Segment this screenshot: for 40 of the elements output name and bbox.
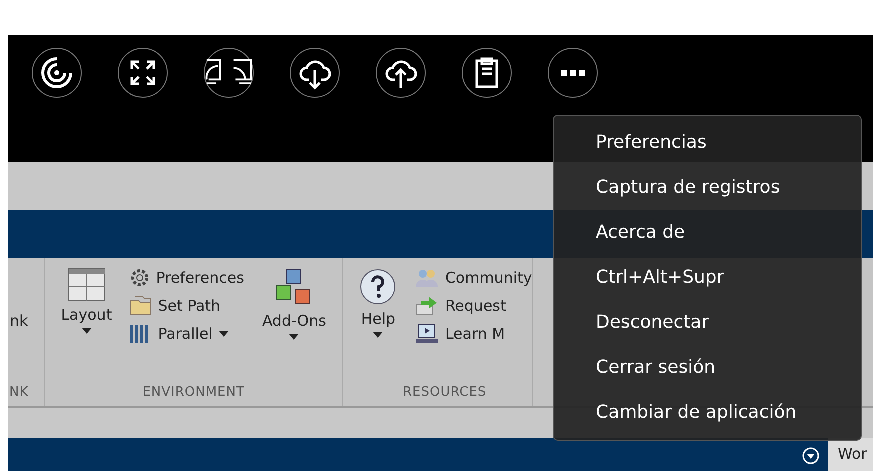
ribbon-item[interactable]: Parallel [130,324,244,344]
ribbon-button[interactable]: Layout [59,268,114,385]
layout-icon [68,268,106,302]
toolbar-button[interactable] [32,48,82,98]
gear-icon [130,268,150,288]
toolbar-button[interactable] [118,48,168,98]
toolbar-button[interactable] [548,48,598,98]
menu-item[interactable]: Cerrar sesión [554,345,861,390]
toolbar-button[interactable] [204,48,254,98]
ribbon-item[interactable]: Learn M [415,324,532,344]
menu-item[interactable]: Cambiar de aplicación [554,390,861,435]
laptop-icon [415,324,440,344]
menu-item[interactable]: Captura de registros [554,165,861,210]
section-title: NK [8,385,30,402]
dropdown-icon[interactable] [802,446,820,464]
more-icon [560,69,586,77]
help-icon [359,268,398,306]
menu-item[interactable]: Ctrl+Alt+Supr [554,255,861,300]
section-title: RESOURCES [402,385,488,402]
ribbon-button[interactable]: nk [8,268,30,385]
ribbon-item[interactable]: Set Path [130,296,244,316]
ribbon-item[interactable]: Preferences [130,268,244,288]
folder-icon [130,296,152,316]
ribbon-item[interactable]: Request [415,296,532,316]
menu-item[interactable]: Desconectar [554,300,861,345]
ribbon-button[interactable]: Help [357,268,400,385]
ribbon-button[interactable]: Add-Ons [260,268,328,385]
ribbon-item[interactable]: Community [415,268,532,288]
arrow-icon [415,296,440,316]
people-icon [415,268,440,288]
fullscreen-icon [129,59,157,87]
menu-item[interactable]: Preferencias [554,120,861,165]
toolbar-button[interactable] [462,48,512,98]
toolbar-button[interactable] [290,48,340,98]
panel-tab[interactable]: Wor [828,438,873,471]
clipboard-icon [474,57,500,89]
toolbar-button[interactable] [376,48,426,98]
menu-item[interactable]: Acerca de [554,210,861,255]
spiral-icon [40,56,74,90]
section-title: ENVIRONMENT [142,385,246,402]
